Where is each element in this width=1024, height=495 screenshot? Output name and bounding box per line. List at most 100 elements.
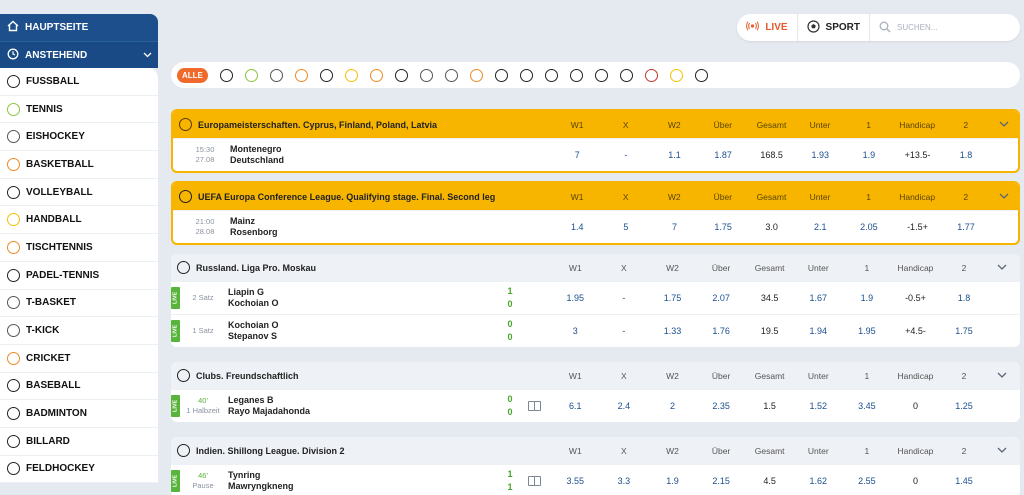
event-row[interactable]: LIVE 46' Pause Tynring Mawryngkneng 1 1 3.55 3.3… (171, 464, 1020, 495)
odds-cell[interactable]: 1.93 (796, 150, 845, 160)
event-row[interactable]: LIVE 2 Satz Liapin G Kochoian O 1 0 1.95-1.75 2… (171, 281, 1020, 314)
sidebar-item-fussball[interactable]: FUSSBALL (0, 68, 158, 96)
sidebar-item-volleyball[interactable]: VOLLEYBALL (0, 179, 158, 207)
shooting-icon[interactable] (619, 68, 633, 82)
sidebar-item-badminton[interactable]: BADMINTON (0, 400, 158, 428)
search-input[interactable]: SUCHEN... (870, 14, 1020, 41)
padel-icon[interactable] (394, 68, 408, 82)
volleyball-icon[interactable] (319, 68, 333, 82)
sidebar-item-billard[interactable]: BILLARD (0, 428, 158, 456)
valorant-shield-icon[interactable] (669, 68, 683, 82)
billiard-icon[interactable] (544, 68, 558, 82)
sidebar-item-basketball[interactable]: BASKETBALL (0, 151, 158, 179)
odds-cell[interactable]: 2.4 (600, 401, 649, 411)
odds-cell[interactable]: 1.67 (794, 293, 843, 303)
chevron-down-icon[interactable] (990, 191, 1018, 202)
odds-cell[interactable]: 1.76 (697, 326, 746, 336)
pitch-icon[interactable] (528, 401, 541, 411)
sidebar-item-tischtennis[interactable]: TISCHTENNIS (0, 234, 158, 262)
event-row[interactable]: 15:30 27.08 Montenegro Deutschland 7-1.1 1.87… (173, 138, 1018, 171)
badminton-icon[interactable] (519, 68, 533, 82)
t-basket-icon[interactable] (419, 68, 433, 82)
odds-cell[interactable]: 1.62 (794, 476, 843, 486)
odds-cell[interactable]: - (600, 326, 649, 336)
event-group-header[interactable]: Clubs. Freundschaftlich W1 X W2 Über Gesamt Un… (171, 362, 1020, 389)
event-row[interactable]: 21:00 28.08 Mainz Rosenborg 1.4 5 7 1.75 3.0 2.1 2… (173, 210, 1018, 243)
sport-button[interactable]: SPORT (798, 14, 870, 41)
sidebar-item-eishockey[interactable]: EISHOCKEY (0, 123, 158, 152)
event-row[interactable]: LIVE 40' 1 Halbzeit Leganes B Rayo Majadahon… (171, 389, 1020, 422)
odds-cell[interactable]: - (600, 293, 649, 303)
odds-cell[interactable]: 1.75 (940, 326, 989, 336)
valorant-icon[interactable] (694, 68, 708, 82)
odds-cell[interactable]: 1.9 (845, 150, 894, 160)
event-group-header[interactable]: Europameisterschaften. Cyprus, Finland, … (173, 111, 1018, 138)
table-tennis-icon[interactable] (369, 68, 383, 82)
sidebar-item-feldhockey[interactable]: FELDHOCKEY (0, 456, 158, 484)
odds-cell[interactable]: 1.94 (794, 326, 843, 336)
odds-cell[interactable]: - (602, 150, 651, 160)
sidebar-item-baseball[interactable]: BASEBALL (0, 373, 158, 401)
odds-cell[interactable]: 1.95 (551, 293, 600, 303)
odds-cell[interactable]: 3 (551, 326, 600, 336)
pitch-icon[interactable] (528, 476, 541, 486)
odds-cell[interactable]: 7 (650, 222, 699, 232)
t-kick-icon[interactable] (444, 68, 458, 82)
odds-cell[interactable]: 2.55 (843, 476, 892, 486)
dota2-icon[interactable] (644, 68, 658, 82)
odds-cell[interactable]: 1.8 (940, 293, 989, 303)
odds-cell[interactable]: 1.45 (940, 476, 989, 486)
sidebar-item-handball[interactable]: HANDBALL (0, 206, 158, 235)
kabaddi-icon[interactable] (594, 68, 608, 82)
odds-cell[interactable]: 1.33 (648, 326, 697, 336)
chevron-down-icon[interactable] (988, 445, 1016, 456)
odds-cell[interactable]: 1.1 (650, 150, 699, 160)
odds-cell[interactable]: 1.4 (553, 222, 602, 232)
event-row[interactable]: LIVE 1 Satz Kochoian O Stepanov S 0 0 3-1.33 1.… (171, 314, 1020, 347)
sidebar-item-tennis[interactable]: TENNIS (0, 96, 158, 124)
odds-cell[interactable]: 1.77 (942, 222, 991, 232)
event-group-header[interactable]: UEFA Europa Conference League. Qualifyin… (173, 183, 1018, 210)
odds-cell[interactable]: 2.05 (845, 222, 894, 232)
odds-cell[interactable]: 1.9 (648, 476, 697, 486)
baseball-icon[interactable] (494, 68, 508, 82)
odds-cell[interactable]: 5 (602, 222, 651, 232)
event-group-header[interactable]: Russland. Liga Pro. Moskau W1 X W2 Über Gesam… (171, 254, 1020, 281)
filter-all-button[interactable]: ALLE (177, 67, 208, 83)
event-group-header[interactable]: Indien. Shillong League. Division 2 W1 X W2… (171, 437, 1020, 464)
live-button[interactable]: LIVE (737, 14, 798, 41)
basketball-icon[interactable] (294, 68, 308, 82)
chevron-down-icon[interactable] (990, 119, 1018, 130)
odds-cell[interactable]: 3.55 (551, 476, 600, 486)
odds-cell[interactable]: 1.87 (699, 150, 748, 160)
sidebar-item-t-basket[interactable]: T-BASKET (0, 290, 158, 318)
field-hockey-icon[interactable] (569, 68, 583, 82)
odds-cell[interactable]: 7 (553, 150, 602, 160)
odds-cell[interactable]: 1.9 (843, 293, 892, 303)
odds-cell[interactable]: 1.8 (942, 150, 991, 160)
odds-cell[interactable]: 3.3 (600, 476, 649, 486)
odds-cell[interactable]: 1.75 (648, 293, 697, 303)
sidebar-item-home[interactable]: HAUPTSEITE (0, 14, 158, 41)
odds-cell[interactable]: 1.95 (843, 326, 892, 336)
football-icon[interactable] (219, 68, 233, 82)
cricket-icon[interactable] (469, 68, 483, 82)
odds-cell[interactable]: 2 (648, 401, 697, 411)
chevron-down-icon[interactable] (988, 370, 1016, 381)
tennis-icon[interactable] (244, 68, 258, 82)
sidebar-item-padel-tennis[interactable]: PADEL-TENNIS (0, 262, 158, 290)
odds-cell[interactable]: 2.07 (697, 293, 746, 303)
odds-cell[interactable]: 1.52 (794, 401, 843, 411)
odds-cell[interactable]: 2.15 (697, 476, 746, 486)
handball-icon[interactable] (344, 68, 358, 82)
sidebar-item-cricket[interactable]: CRICKET (0, 345, 158, 373)
odds-cell[interactable]: 2.1 (796, 222, 845, 232)
odds-cell[interactable]: 1.25 (940, 401, 989, 411)
odds-cell[interactable]: 6.1 (551, 401, 600, 411)
odds-cell[interactable]: 1.75 (699, 222, 748, 232)
odds-cell[interactable]: 3.45 (843, 401, 892, 411)
hockey-puck-icon[interactable] (269, 68, 283, 82)
sidebar-item-upcoming[interactable]: ANSTEHEND (0, 41, 158, 68)
chevron-down-icon[interactable] (988, 262, 1016, 273)
odds-cell[interactable]: 2.35 (697, 401, 746, 411)
